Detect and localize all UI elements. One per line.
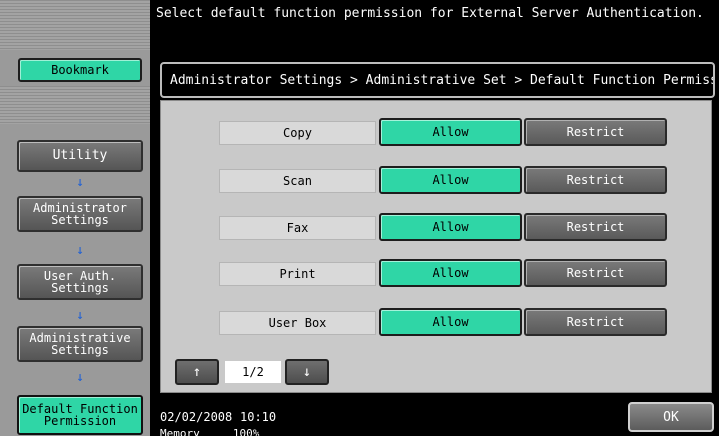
permission-label: Print [219, 262, 376, 286]
restrict-button[interactable]: Restrict [524, 213, 667, 241]
status-date: 02/02/2008 [160, 410, 233, 424]
memory-value: 100% [232, 427, 260, 436]
down-arrow-icon: ↓ [76, 175, 84, 190]
sidebar-item-default-function-permission[interactable]: Default Function Permission [17, 395, 143, 435]
down-arrow-icon: ↓ [76, 370, 84, 385]
pager: ↑ 1/2 ↓ [175, 359, 335, 387]
sidebar-stripe-top [0, 0, 150, 50]
allow-button[interactable]: Allow [379, 308, 522, 336]
permission-panel: Copy Allow Restrict Scan Allow Restrict … [160, 100, 712, 393]
sidebar-item-administrator-settings[interactable]: Administrator Settings [17, 196, 143, 232]
down-arrow-icon: ↓ [76, 308, 84, 323]
restrict-button[interactable]: Restrict [524, 308, 667, 336]
allow-button[interactable]: Allow [379, 118, 522, 146]
sidebar-item-administrative-settings[interactable]: Administrative Settings [17, 326, 143, 362]
allow-button[interactable]: Allow [379, 213, 522, 241]
status-memory: Memory 100% [160, 427, 259, 436]
permission-label: Copy [219, 121, 376, 145]
restrict-button[interactable]: Restrict [524, 118, 667, 146]
page-indicator: 1/2 [225, 361, 281, 383]
allow-button[interactable]: Allow [379, 166, 522, 194]
screen: Bookmark Utility ↓ Administrator Setting… [0, 0, 719, 436]
up-arrow-icon: ↑ [192, 364, 202, 380]
sidebar-item-utility[interactable]: Utility [17, 140, 143, 172]
instruction-message: Select default function permission for E… [156, 6, 704, 21]
sidebar-item-user-auth-settings[interactable]: User Auth. Settings [17, 264, 143, 300]
permission-label: Scan [219, 169, 376, 193]
allow-button[interactable]: Allow [379, 259, 522, 287]
status-time: 10:10 [240, 410, 277, 424]
sidebar: Bookmark Utility ↓ Administrator Setting… [0, 0, 150, 436]
restrict-button[interactable]: Restrict [524, 259, 667, 287]
restrict-button[interactable]: Restrict [524, 166, 667, 194]
sidebar-stripe-mid [0, 86, 150, 124]
bookmark-button[interactable]: Bookmark [18, 58, 142, 82]
down-arrow-icon: ↓ [76, 243, 84, 258]
page-up-button[interactable]: ↑ [175, 359, 219, 385]
permission-label: Fax [219, 216, 376, 240]
breadcrumb: Administrator Settings > Administrative … [160, 62, 715, 98]
memory-label: Memory [160, 427, 200, 436]
down-arrow-icon: ↓ [302, 364, 312, 380]
ok-button[interactable]: OK [628, 402, 714, 432]
permission-label: User Box [219, 311, 376, 335]
page-down-button[interactable]: ↓ [285, 359, 329, 385]
